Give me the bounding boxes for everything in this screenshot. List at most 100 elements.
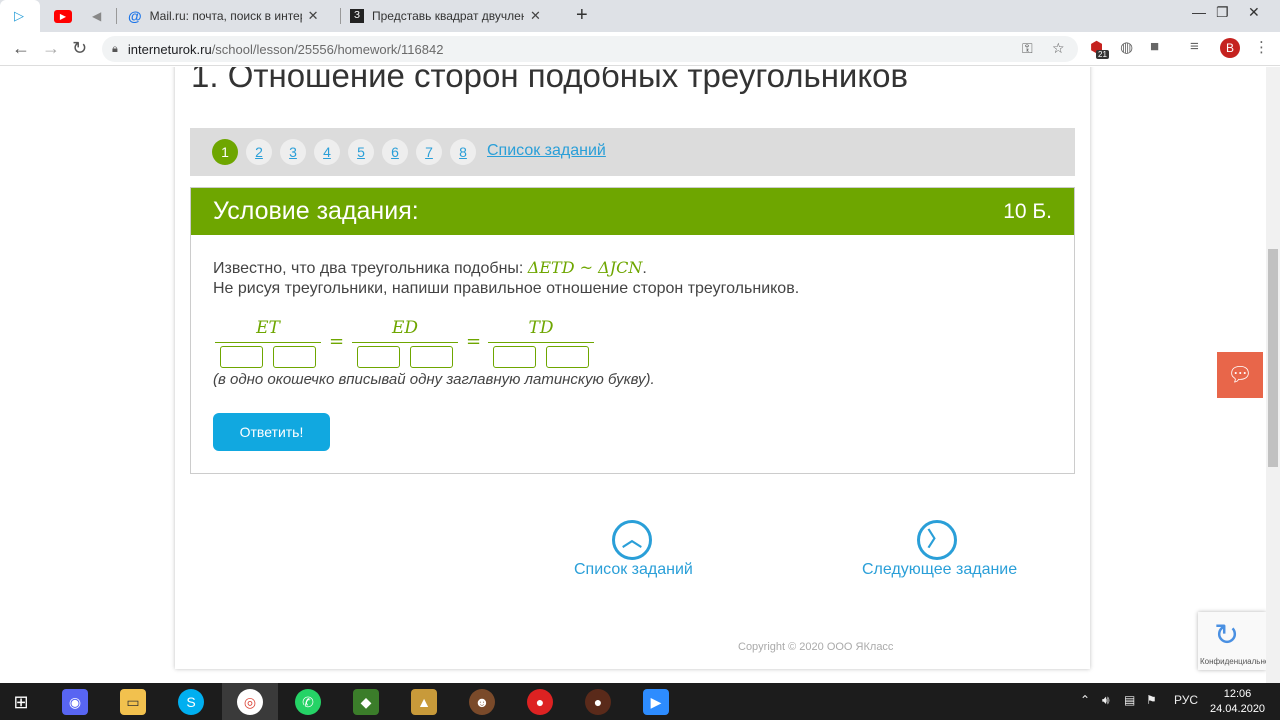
pager-item-1[interactable]: 1 <box>212 139 238 165</box>
chevron-up-circle-icon[interactable]: ︿ <box>612 520 652 560</box>
whatsapp-icon[interactable]: ✆ <box>295 689 321 715</box>
network-icon[interactable]: ▤ <box>1124 693 1135 707</box>
letter-input-6[interactable] <box>546 346 589 368</box>
play-icon: ▷ <box>14 8 24 23</box>
close-tab-icon[interactable]: ✕ <box>530 8 541 24</box>
pager-item-8[interactable]: 8 <box>450 139 476 165</box>
fraction-numerator: TD <box>528 318 554 338</box>
letter-input-1[interactable] <box>220 346 263 368</box>
task-statement-line-2: Не рисуя треугольники, напиши правильное… <box>213 280 800 297</box>
minecraft-icon[interactable]: ◆ <box>353 689 379 715</box>
game-dark-icon[interactable]: ● <box>585 689 611 715</box>
zoom-icon[interactable]: ▶ <box>643 689 669 715</box>
reload-icon[interactable]: ↻ <box>72 38 87 59</box>
menu-dots-icon[interactable]: ⋮ <box>1254 38 1269 56</box>
lock-icon: 🔒︎ <box>112 42 118 55</box>
recaptcha-icon: ↻ <box>1214 619 1240 652</box>
close-window-icon[interactable]: ✕ <box>1248 4 1260 21</box>
windows-start-icon[interactable]: ⊞ <box>8 689 34 715</box>
page-viewport: 1. Отношение сторон подобных треугольник… <box>0 67 1266 683</box>
pager-item-3[interactable]: 3 <box>280 139 306 165</box>
speaker-muted-icon: ◀ <box>92 9 102 23</box>
tab-title: Представь квадрат двучлена в <box>372 9 524 23</box>
avatar[interactable]: B <box>1220 38 1240 58</box>
tab-znanija[interactable]: З Представь квадрат двучлена в ✕ <box>344 0 564 32</box>
maximize-icon[interactable]: ❐ <box>1216 4 1229 21</box>
url-field[interactable]: 🔒︎ interneturok.ru /school/lesson/25556/… <box>102 36 1078 62</box>
flag-icon[interactable]: ⚑ <box>1146 693 1157 707</box>
tab-pinned-play[interactable]: ▷ <box>0 0 40 32</box>
fraction-bar <box>215 342 321 343</box>
tray-chevron-up-icon[interactable]: ⌃ <box>1080 693 1090 707</box>
pager-item-2[interactable]: 2 <box>246 139 272 165</box>
next-task-link[interactable]: Следующее задание <box>862 561 1017 579</box>
keyboard-language[interactable]: РУС <box>1174 693 1198 707</box>
recaptcha-text: Конфиденциально <box>1200 657 1266 666</box>
clock-time: 12:06 <box>1223 688 1252 700</box>
url-host: interneturok.ru <box>127 41 212 57</box>
at-icon: @ <box>128 8 142 24</box>
znanija-icon: З <box>350 9 364 23</box>
page-scrollbar[interactable] <box>1266 67 1280 683</box>
fraction-2: ED <box>352 318 458 368</box>
url-path: /school/lesson/25556/homework/116842 <box>211 41 444 57</box>
pager-item-4[interactable]: 4 <box>314 139 340 165</box>
letter-input-5[interactable] <box>493 346 536 368</box>
copyright: Copyright © 2020 ООО ЯКласс <box>738 641 894 653</box>
pager-item-7[interactable]: 7 <box>416 139 442 165</box>
equals-sign: = <box>329 331 345 352</box>
tab-title: Mail.ru: почта, поиск в интерне <box>149 9 302 23</box>
file-explorer-icon[interactable]: ▭ <box>120 689 146 715</box>
volume-icon[interactable]: 🔊︎ <box>1102 693 1110 708</box>
recaptcha-badge[interactable]: ↻ Конфиденциально <box>1198 612 1266 670</box>
game-character-icon[interactable]: ☻ <box>469 689 495 715</box>
browser-tab-bar: ▷ ▶ ◀ @ Mail.ru: почта, поиск в интерне … <box>0 0 1280 32</box>
tab-pinned-muted[interactable]: ◀ <box>86 0 116 32</box>
tab-separator <box>340 8 341 24</box>
task-header-title: Условие задания: <box>213 197 419 225</box>
star-icon[interactable]: ☆ <box>1052 40 1065 57</box>
task-list-link[interactable]: Список заданий <box>487 142 606 160</box>
key-icon[interactable]: ⚿ <box>1022 40 1033 57</box>
discord-icon[interactable]: ◉ <box>62 689 88 715</box>
clock[interactable]: 12:06 24.04.2020 <box>1210 687 1265 717</box>
minimize-icon[interactable]: — <box>1192 4 1206 20</box>
pager-item-5[interactable]: 5 <box>348 139 374 165</box>
chat-icon[interactable]: 💬︎ <box>1217 352 1263 398</box>
reading-list-icon[interactable]: ≡ <box>1190 38 1199 55</box>
game-icon[interactable]: ▲ <box>411 689 437 715</box>
apple-game-icon[interactable]: ● <box>527 689 553 715</box>
similarity-formula: ΔETD ~ ΔJCN <box>527 258 643 277</box>
letter-input-4[interactable] <box>410 346 453 368</box>
clock-date: 24.04.2020 <box>1210 703 1266 715</box>
answer-button[interactable]: Ответить! <box>213 413 330 451</box>
tab-mailru[interactable]: @ Mail.ru: почта, поиск в интерне ✕ <box>120 0 338 32</box>
task-list-nav-link[interactable]: Список заданий <box>574 561 693 579</box>
globe-icon[interactable]: ◍ <box>1120 38 1133 56</box>
fraction-1: ET <box>215 318 321 368</box>
fraction-bar <box>488 342 594 343</box>
letter-input-3[interactable] <box>357 346 400 368</box>
extension-square-icon[interactable]: ■ <box>1150 38 1159 55</box>
tab-pinned-youtube[interactable]: ▶ <box>44 0 84 32</box>
extension-badge: 21 <box>1096 50 1109 59</box>
tab-separator <box>116 8 117 24</box>
youtube-icon: ▶ <box>54 9 72 23</box>
chevron-right-circle-icon[interactable]: 〉 <box>917 520 957 560</box>
fraction-numerator: ED <box>391 318 419 338</box>
chrome-icon[interactable]: ◎ <box>237 689 263 715</box>
equals-sign: = <box>466 331 482 352</box>
forward-icon[interactable]: → <box>42 38 60 59</box>
task-header: Условие задания: 10 Б. <box>191 188 1074 235</box>
task-pager: 1 2 3 4 5 6 7 8 Список заданий <box>190 128 1075 176</box>
scrollbar-thumb[interactable] <box>1268 249 1278 467</box>
pager-item-6[interactable]: 6 <box>382 139 408 165</box>
new-tab-button[interactable]: + <box>576 4 588 27</box>
skype-icon[interactable]: S <box>178 689 204 715</box>
task-panel: Условие задания: 10 Б. Известно, что два… <box>190 187 1075 474</box>
back-icon[interactable]: ← <box>12 38 30 59</box>
letter-input-2[interactable] <box>273 346 316 368</box>
page-title: 1. Отношение сторон подобных треугольник… <box>191 67 909 94</box>
close-tab-icon[interactable]: ✕ <box>308 8 319 24</box>
windows-taskbar: ⊞ ◉ ▭ S ◎ ✆ ◆ ▲ ☻ ● ● ▶ ⌃ 🔊︎ ▤ ⚑ РУС 12:… <box>0 683 1280 720</box>
